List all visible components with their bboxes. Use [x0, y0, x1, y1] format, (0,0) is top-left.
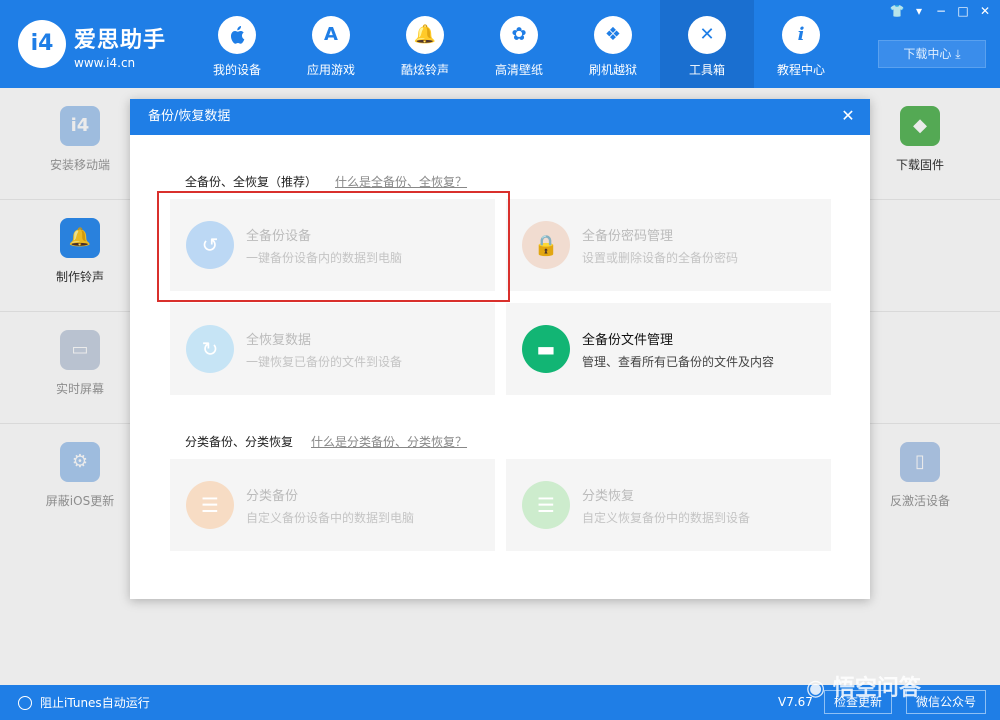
section-full-backup: 全备份、全恢复（推荐） 什么是全备份、全恢复？ — [185, 173, 467, 190]
download-center-label: 下载中心 — [903, 47, 952, 61]
itunes-toggle[interactable]: 阻止iTunes自动运行 — [18, 694, 150, 711]
brand-url: www.i4.cn — [74, 56, 136, 70]
main-nav: 我的设备 A 应用游戏 🔔 酷炫铃声 ✿ 高清壁纸 ❖ 刷机越狱 ✕ 工具箱 i… — [190, 0, 848, 88]
nav-label: 工具箱 — [688, 63, 725, 77]
tools-icon: ✕ — [688, 16, 726, 54]
card-full-restore[interactable]: ↻ 全恢复数据 一键恢复已备份的文件到设备 — [170, 303, 495, 395]
nav-toolbox[interactable]: ✕ 工具箱 — [660, 0, 754, 88]
nav-flash-jailbreak[interactable]: ❖ 刷机越狱 — [566, 0, 660, 88]
nav-tutorials[interactable]: i 教程中心 — [754, 0, 848, 88]
nav-label: 教程中心 — [776, 63, 825, 77]
app-store-icon: A — [312, 16, 350, 54]
maximize-icon[interactable]: □ — [954, 2, 972, 20]
menu-icon[interactable]: ▾ — [910, 2, 928, 20]
help-link-category-backup[interactable]: 什么是分类备份、分类恢复？ — [311, 435, 467, 449]
nav-label: 我的设备 — [212, 63, 261, 77]
download-icon: ⤓ — [955, 47, 961, 61]
download-center-button[interactable]: 下载中心 ⤓ — [878, 40, 986, 68]
card-title: 全备份文件管理 — [582, 333, 674, 348]
card-desc: 自定义备份设备中的数据到电脑 — [246, 511, 415, 525]
nav-wallpapers[interactable]: ✿ 高清壁纸 — [472, 0, 566, 88]
card-category-restore[interactable]: ☰ 分类恢复 自定义恢复备份中的数据到设备 — [506, 459, 831, 551]
watermark-text: 悟空问答 — [832, 676, 921, 701]
restore-icon: ↻ — [186, 325, 234, 373]
bell-icon: 🔔 — [406, 16, 444, 54]
flower-icon: ✿ — [500, 16, 538, 54]
section-category-backup: 分类备份、分类恢复 什么是分类备份、分类恢复？ — [185, 433, 467, 450]
nav-my-device[interactable]: 我的设备 — [190, 0, 284, 88]
watermark: ◉ 悟空问答 — [806, 670, 921, 702]
nav-label: 应用游戏 — [306, 63, 355, 77]
info-icon: i — [782, 16, 820, 54]
category-restore-icon: ☰ — [522, 481, 570, 529]
nav-label: 酷炫铃声 — [400, 63, 449, 77]
card-title: 全备份密码管理 — [582, 229, 674, 244]
dialog-close-icon[interactable]: ✕ — [836, 105, 860, 127]
card-title: 全恢复数据 — [246, 333, 312, 348]
nav-ringtones[interactable]: 🔔 酷炫铃声 — [378, 0, 472, 88]
card-backup-password[interactable]: 🔒 全备份密码管理 设置或删除设备的全备份密码 — [506, 199, 831, 291]
red-highlight-box — [157, 191, 510, 302]
card-desc: 管理、查看所有已备份的文件及内容 — [582, 355, 775, 369]
section-title: 分类备份、分类恢复 — [185, 435, 294, 449]
top-bar: i4 爱思助手 www.i4.cn 我的设备 A 应用游戏 🔔 酷炫铃声 ✿ 高… — [0, 0, 1000, 88]
window-controls: 👕 ▾ − □ ✕ — [888, 2, 994, 20]
card-desc: 一键恢复已备份的文件到设备 — [246, 355, 403, 369]
card-title: 分类恢复 — [582, 489, 635, 504]
lock-icon: 🔒 — [522, 221, 570, 269]
skin-icon[interactable]: 👕 — [888, 2, 906, 20]
help-link-full-backup[interactable]: 什么是全备份、全恢复？ — [335, 175, 467, 189]
dialog-header: 备份/恢复数据 ✕ — [130, 99, 870, 135]
nav-apps-games[interactable]: A 应用游戏 — [284, 0, 378, 88]
folder-icon: ▬ — [522, 325, 570, 373]
apple-icon — [218, 16, 256, 54]
i4-logo-icon: i4 — [18, 20, 66, 68]
itunes-label: 阻止iTunes自动运行 — [40, 696, 150, 710]
card-desc: 设置或删除设备的全备份密码 — [582, 251, 739, 265]
section-title: 全备份、全恢复（推荐） — [185, 175, 318, 189]
brand-name: 爱思助手 — [74, 28, 167, 53]
dialog-title: 备份/恢复数据 — [148, 109, 231, 124]
brand: 爱思助手 www.i4.cn — [74, 22, 166, 70]
minimize-icon[interactable]: − — [932, 2, 950, 20]
wukong-logo-icon: ◉ — [806, 676, 826, 701]
dropbox-icon: ❖ — [594, 16, 632, 54]
nav-label: 刷机越狱 — [588, 63, 637, 77]
radio-icon — [18, 695, 32, 710]
backup-restore-dialog: 备份/恢复数据 ✕ 全备份、全恢复（推荐） 什么是全备份、全恢复？ ↺ 全备份设备… — [130, 99, 870, 599]
nav-label: 高清壁纸 — [494, 63, 543, 77]
card-desc: 自定义恢复备份中的数据到设备 — [582, 511, 751, 525]
category-backup-icon: ☰ — [186, 481, 234, 529]
card-category-backup[interactable]: ☰ 分类备份 自定义备份设备中的数据到电脑 — [170, 459, 495, 551]
card-title: 分类备份 — [246, 489, 299, 504]
card-backup-file-manager[interactable]: ▬ 全备份文件管理 管理、查看所有已备份的文件及内容 — [506, 303, 831, 395]
close-icon[interactable]: ✕ — [976, 2, 994, 20]
